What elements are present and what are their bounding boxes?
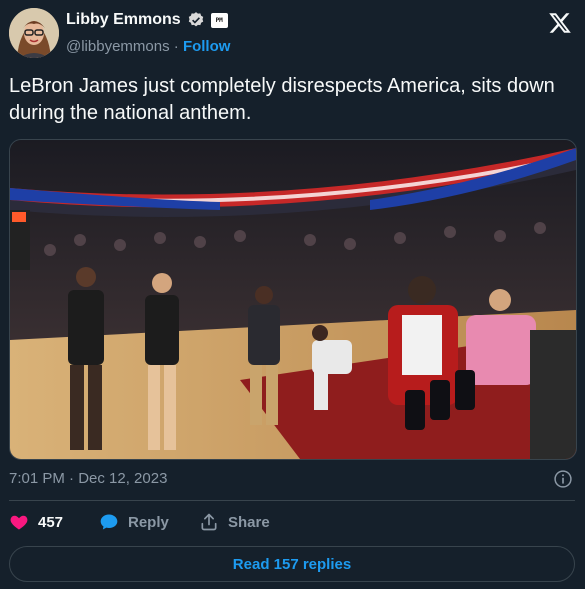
share-icon xyxy=(201,513,217,531)
tweet-timestamp[interactable]: 7:01 PM · Dec 12, 2023 xyxy=(9,470,167,487)
share-label: Share xyxy=(228,513,270,531)
x-logo-icon[interactable] xyxy=(548,11,572,35)
like-count: 457 xyxy=(38,513,64,531)
read-replies-button[interactable]: Read 157 replies xyxy=(9,546,575,582)
tweet-text: LeBron James just completely disrespects… xyxy=(9,75,555,124)
affiliate-badge-label: PM xyxy=(215,16,223,24)
info-icon[interactable] xyxy=(553,469,573,489)
divider xyxy=(9,500,575,501)
verified-badge-icon xyxy=(188,12,203,27)
handle-separator: · xyxy=(173,38,179,55)
reply-button[interactable]: Reply xyxy=(99,512,199,532)
tweet-media-image[interactable] xyxy=(9,139,577,460)
affiliate-badge[interactable]: PM xyxy=(210,12,228,28)
read-replies-label: Read 157 replies xyxy=(232,555,352,573)
follow-button[interactable]: Follow xyxy=(183,38,231,55)
share-button[interactable]: Share xyxy=(199,512,270,532)
tweet-header: Libby Emmons PM @libbyemmons · Follow xyxy=(0,0,585,70)
like-button[interactable]: 457 xyxy=(9,512,99,532)
avatar[interactable] xyxy=(9,8,59,58)
author-handle[interactable]: @libbyemmons xyxy=(66,38,170,55)
author-name[interactable]: Libby Emmons xyxy=(66,11,181,29)
heart-icon xyxy=(10,515,28,530)
tweet-actions: 457 Reply Share xyxy=(9,512,270,532)
reply-bubble-icon xyxy=(100,514,118,530)
reply-label: Reply xyxy=(128,513,169,531)
